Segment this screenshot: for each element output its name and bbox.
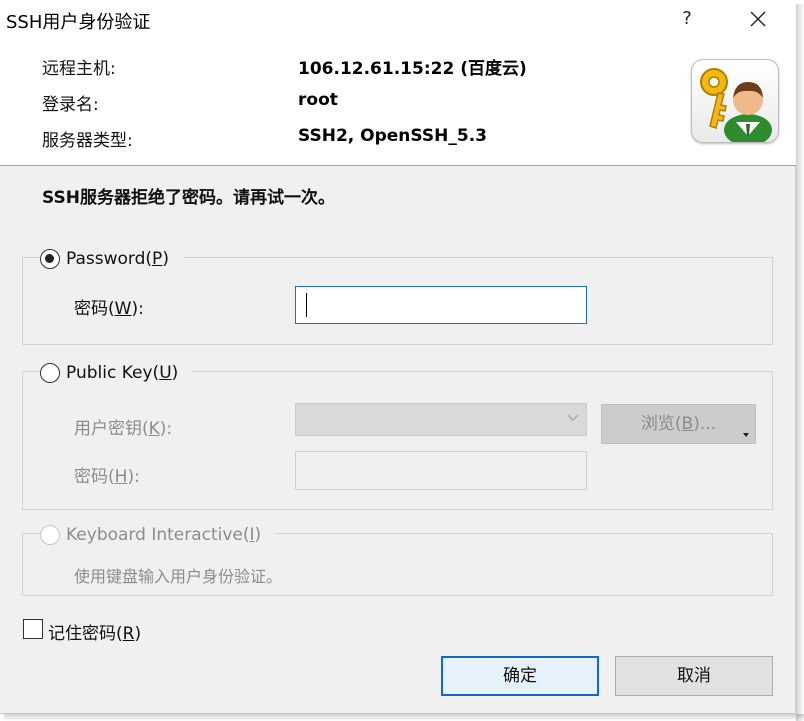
- server-type-value: SSH2, OpenSSH_5.3: [298, 126, 487, 146]
- keyboard-interactive-radio[interactable]: Keyboard Interactive(I): [40, 523, 276, 547]
- help-icon: ?: [682, 8, 692, 29]
- password-accel: P: [152, 249, 163, 269]
- key-passphrase-label: 密码(H):: [74, 467, 140, 487]
- password-radio[interactable]: Password(P): [40, 247, 183, 271]
- browse-button-label: 浏览(B)...: [640, 414, 717, 434]
- help-button[interactable]: ?: [672, 4, 702, 34]
- server-type-label: 服务器类型:: [42, 131, 133, 151]
- window-shadow-bottom: [4, 714, 804, 721]
- title-bar: SSH用户身份验证 ?: [0, 0, 796, 38]
- browse-button[interactable]: 浏览(B)...: [601, 404, 756, 444]
- public-key-radio[interactable]: Public Key(U): [40, 361, 193, 385]
- remember-password-label[interactable]: 记住密码(R): [48, 619, 141, 644]
- auth-error-message: SSH服务器拒绝了密码。请再试一次。: [42, 188, 335, 208]
- keyboard-interactive-radio-indicator[interactable]: [40, 525, 60, 545]
- connection-info-panel: 远程主机: 106.12.61.15:22 (百度云) 登录名: root 服务…: [0, 38, 796, 166]
- key-passphrase-input[interactable]: [295, 451, 587, 490]
- user-key-label: 用户密钥(K):: [74, 419, 173, 439]
- remote-host-label: 远程主机:: [42, 59, 116, 79]
- public-key-radio-indicator[interactable]: [40, 363, 60, 383]
- window-shadow-right: [796, 4, 804, 721]
- window-title: SSH用户身份验证: [6, 12, 151, 33]
- login-name-value: root: [298, 90, 338, 110]
- close-button[interactable]: [740, 4, 776, 34]
- close-icon: [750, 11, 766, 27]
- remember-password-checkbox[interactable]: [23, 619, 43, 639]
- keyboard-interactive-radio-label: Keyboard Interactive: [66, 525, 243, 545]
- login-name-label: 登录名:: [42, 95, 99, 115]
- text-caret: [306, 293, 307, 317]
- public-key-radio-label: Public Key: [66, 363, 153, 383]
- public-key-accel: U: [159, 363, 172, 383]
- password-radio-indicator[interactable]: [40, 249, 60, 269]
- keyboard-interactive-hint: 使用键盘输入用户身份验证。: [74, 567, 283, 586]
- chevron-down-icon: [567, 414, 579, 421]
- password-radio-label: Password: [66, 249, 146, 269]
- user-key-select[interactable]: [295, 403, 587, 436]
- dropdown-arrow-icon: [743, 433, 749, 437]
- key-user-icon: [691, 59, 779, 146]
- password-field-label: 密码(W):: [74, 299, 144, 319]
- password-input[interactable]: [295, 286, 587, 324]
- remote-host-value: 106.12.61.15:22 (百度云): [298, 59, 527, 79]
- ssh-auth-dialog: SSH用户身份验证 ? 远程主机: 106.12.61.15:22 (百度云) …: [0, 0, 796, 714]
- cancel-button[interactable]: 取消: [615, 656, 773, 696]
- ok-button[interactable]: 确定: [441, 656, 599, 696]
